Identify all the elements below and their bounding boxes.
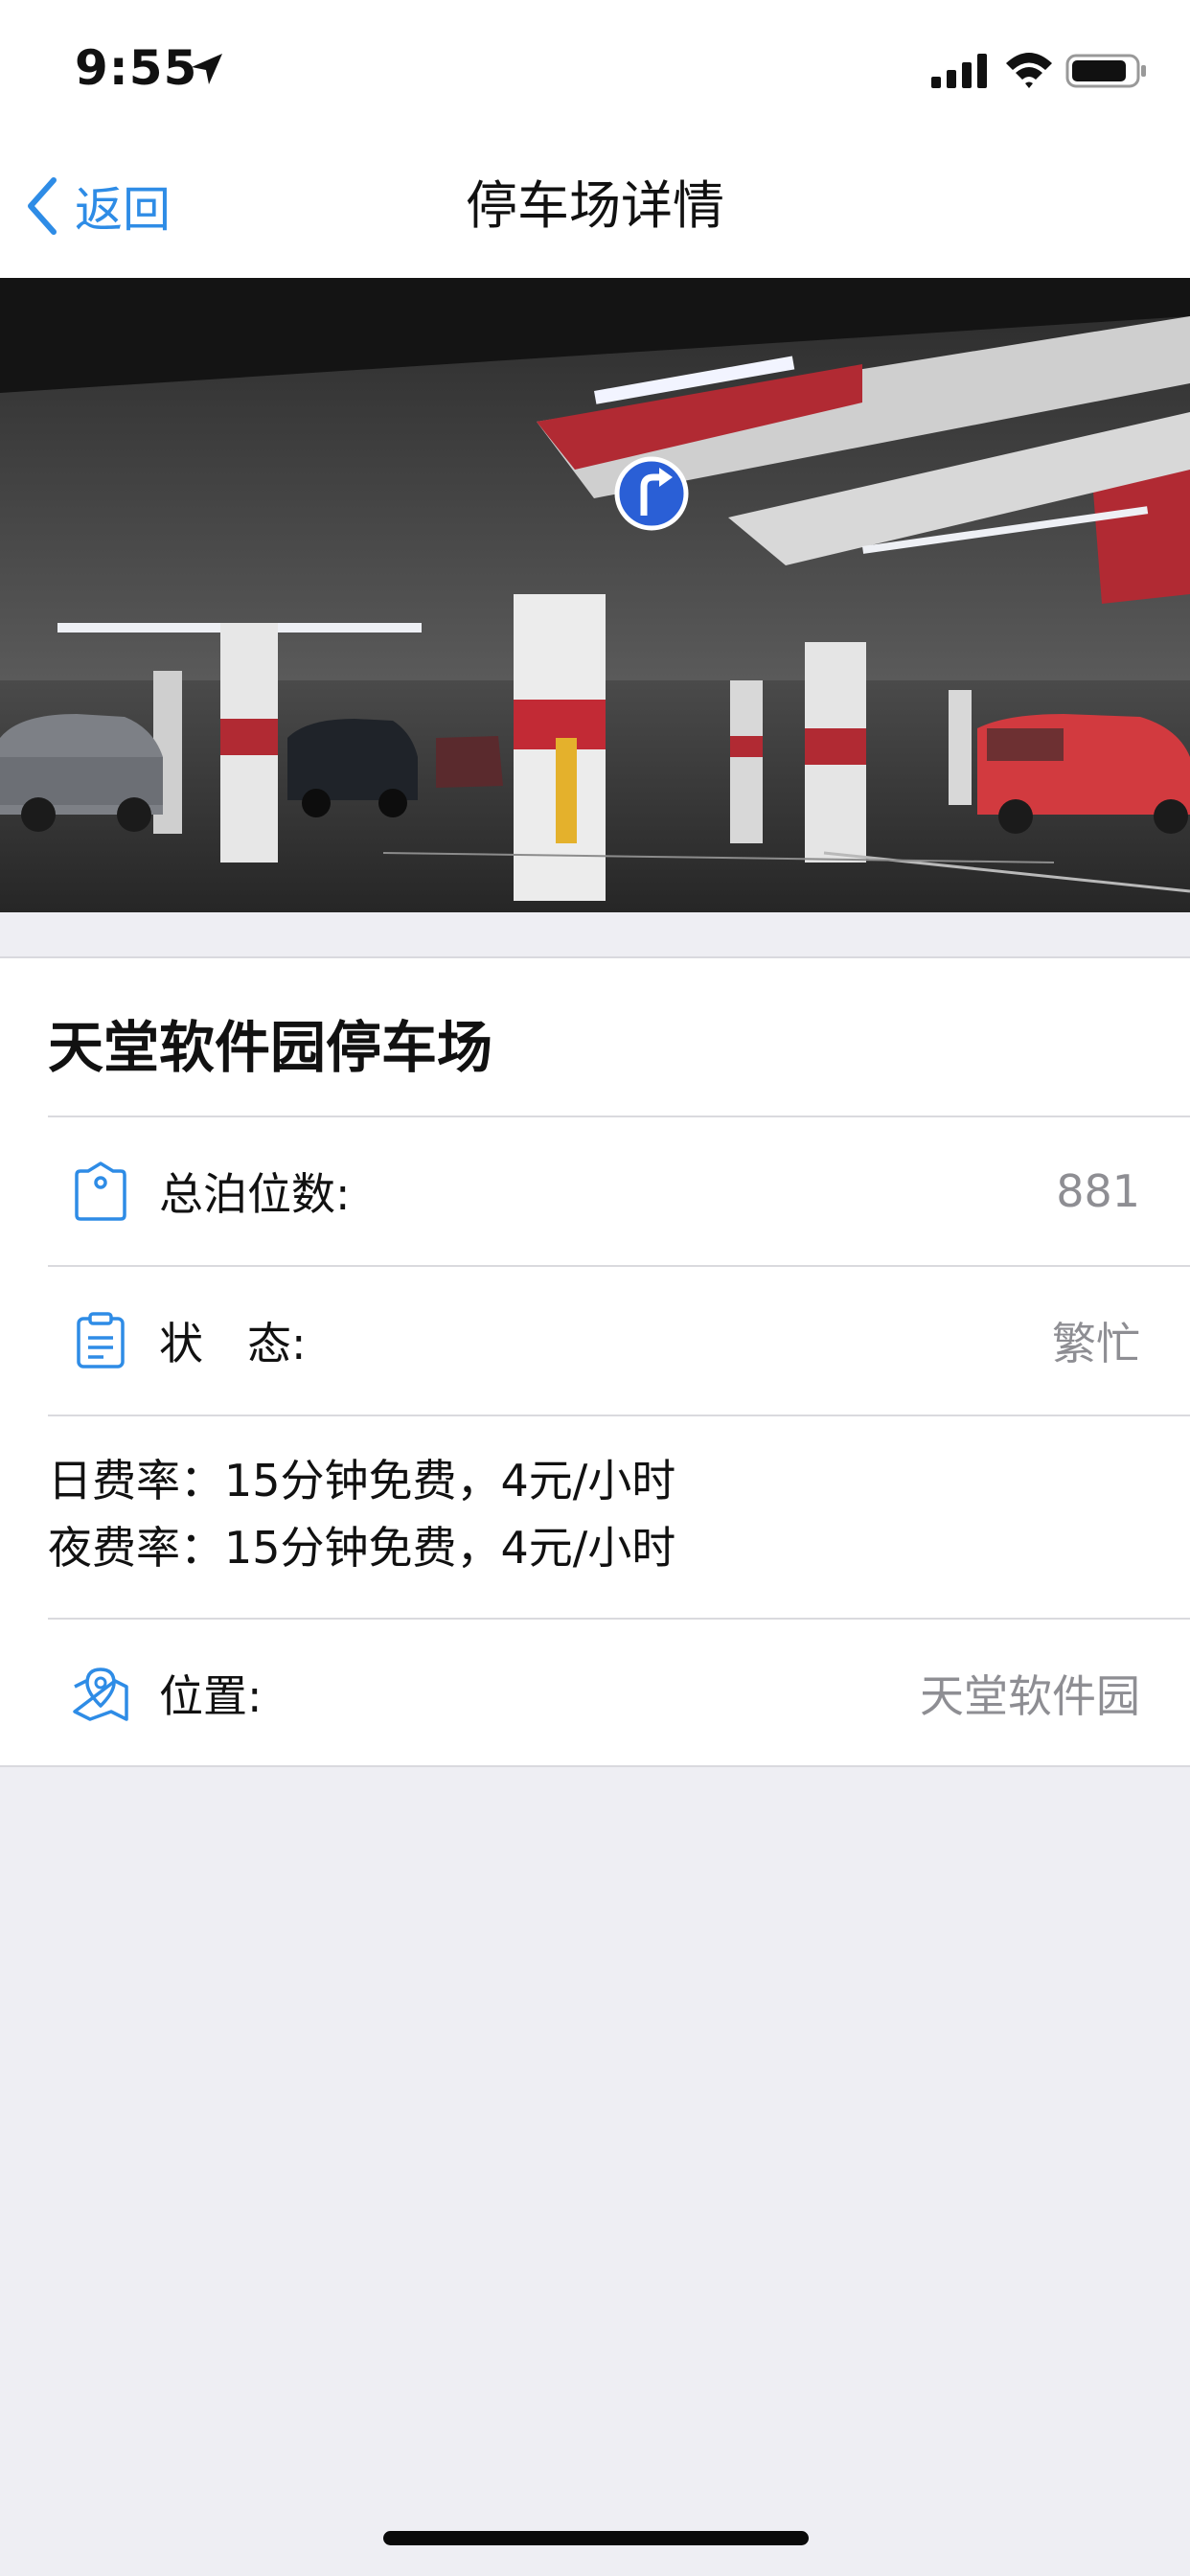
- status-row: 状 态: 繁忙: [48, 1267, 1190, 1414]
- clipboard-icon: [77, 1312, 125, 1368]
- map-pin-icon: [73, 1668, 128, 1721]
- night-rate: 夜费率：15分钟免费，4元/小时: [48, 1522, 676, 1574]
- total-spaces-label: 总泊位数:: [159, 1168, 351, 1220]
- page-title: 停车场详情: [466, 175, 724, 236]
- parking-lot-photo: [0, 278, 1190, 912]
- home-indicator: [383, 2531, 809, 2545]
- wifi-icon: [1006, 53, 1052, 88]
- status-label: 状 态:: [159, 1318, 307, 1369]
- status-bar: 9:55: [0, 0, 1190, 134]
- location-label: 位置:: [159, 1670, 263, 1722]
- total-spaces-value: 881: [1056, 1165, 1140, 1217]
- status-value: 繁忙: [1052, 1318, 1140, 1369]
- parking-lot-name: 天堂软件园停车场: [48, 1015, 493, 1080]
- tag-icon: [75, 1162, 126, 1221]
- location-arrow-icon: [192, 54, 222, 84]
- day-rate: 日费率：15分钟免费，4元/小时: [48, 1455, 676, 1506]
- location-value: 天堂软件园: [920, 1670, 1140, 1722]
- parking-detail-card: 天堂软件园停车场 总泊位数: 881 状 态: 繁忙 日费率：15分钟免费，4元…: [0, 956, 1190, 1767]
- total-spaces-row: 总泊位数: 881: [48, 1117, 1190, 1265]
- divider: [48, 1414, 1190, 1416]
- navigation-bar: 返回 停车场详情: [0, 134, 1190, 278]
- signal-icon: [931, 54, 987, 88]
- location-row[interactable]: 位置: 天堂软件园: [48, 1620, 1190, 1767]
- battery-icon: [1065, 54, 1146, 88]
- rates-block: 日费率：15分钟免费，4元/小时 夜费率：15分钟免费，4元/小时: [48, 1447, 675, 1581]
- status-time: 9:55: [75, 40, 198, 96]
